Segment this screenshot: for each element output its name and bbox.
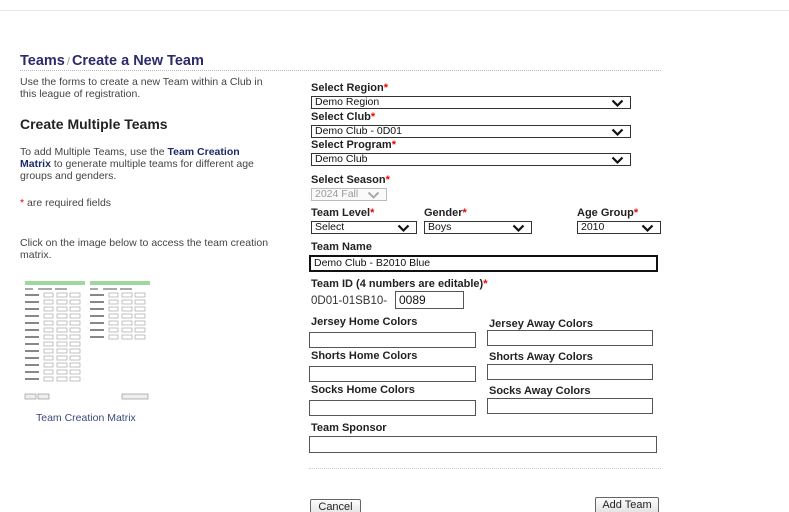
shorts-away-label: Shorts Away Colors — [489, 351, 593, 363]
team-id-prefix: 0D01-01SB10- — [311, 295, 388, 307]
chevron-down-icon — [641, 224, 654, 233]
sponsor-input[interactable] — [309, 436, 657, 453]
cancel-button[interactable]: Cancel — [310, 499, 361, 512]
jersey-away-label: Jersey Away Colors — [489, 318, 593, 330]
program-label: Select Program* — [311, 139, 396, 151]
season-label: Select Season* — [311, 174, 390, 186]
club-label: Select Club* — [311, 111, 376, 123]
chevron-down-icon — [512, 224, 525, 233]
chevron-down-icon — [367, 191, 380, 199]
gender-select[interactable]: Boys — [424, 221, 532, 234]
team-name-input[interactable]: Demo Club - B2010 Blue — [309, 255, 658, 272]
breadcrumb-section: Teams — [20, 53, 65, 69]
intro-text: Use the forms to create a new Team withi… — [20, 76, 263, 100]
team-creation-matrix-thumbnail[interactable] — [24, 279, 152, 403]
region-select[interactable]: Demo Region — [311, 96, 631, 109]
chevron-down-icon — [611, 128, 624, 137]
team-level-select[interactable]: Select — [311, 221, 417, 234]
socks-away-input[interactable] — [487, 398, 653, 414]
matrix-caption[interactable]: Team Creation Matrix — [36, 412, 136, 424]
club-select[interactable]: Demo Club - 0D01 — [311, 125, 631, 138]
form-divider — [309, 468, 661, 469]
season-select[interactable]: 2024 Fall — [311, 188, 387, 201]
chevron-down-icon — [611, 99, 624, 108]
team-level-label: Team Level* — [311, 207, 375, 219]
age-group-select[interactable]: 2010 — [577, 221, 661, 234]
socks-away-label: Socks Away Colors — [489, 385, 591, 397]
sponsor-label: Team Sponsor — [311, 422, 387, 434]
jersey-home-label: Jersey Home Colors — [311, 316, 418, 328]
shorts-home-label: Shorts Home Colors — [311, 350, 418, 362]
jersey-home-input[interactable] — [309, 332, 476, 348]
required-note: * are required fields — [20, 197, 112, 209]
shorts-home-input[interactable] — [309, 366, 476, 382]
breadcrumb-separator: / — [66, 56, 70, 68]
multi-teams-heading: Create Multiple Teams — [20, 116, 168, 132]
shorts-away-input[interactable] — [487, 364, 653, 380]
multi-teams-text: To add Multiple Teams, use the Team Crea… — [20, 146, 254, 182]
socks-home-input[interactable] — [309, 400, 476, 416]
socks-home-label: Socks Home Colors — [311, 384, 415, 396]
add-team-button[interactable]: Add Team — [595, 497, 659, 512]
click-image-text: Click on the image below to access the t… — [20, 237, 269, 261]
team-id-label: Team ID (4 numbers are editable)* — [311, 278, 488, 290]
team-name-label: Team Name — [311, 241, 372, 253]
top-divider — [0, 10, 789, 11]
chevron-down-icon — [611, 156, 624, 165]
gender-label: Gender* — [424, 207, 467, 219]
jersey-away-input[interactable] — [487, 330, 653, 346]
chevron-down-icon — [397, 224, 410, 233]
region-label: Select Region* — [311, 82, 389, 94]
page-title-text: Create a New Team — [71, 53, 204, 69]
team-id-input[interactable]: 0089 — [395, 291, 464, 309]
age-group-label: Age Group* — [577, 207, 639, 219]
page-title: Teams / Create a New Team — [20, 53, 204, 69]
program-select[interactable]: Demo Club — [311, 153, 631, 166]
title-divider — [20, 70, 661, 71]
